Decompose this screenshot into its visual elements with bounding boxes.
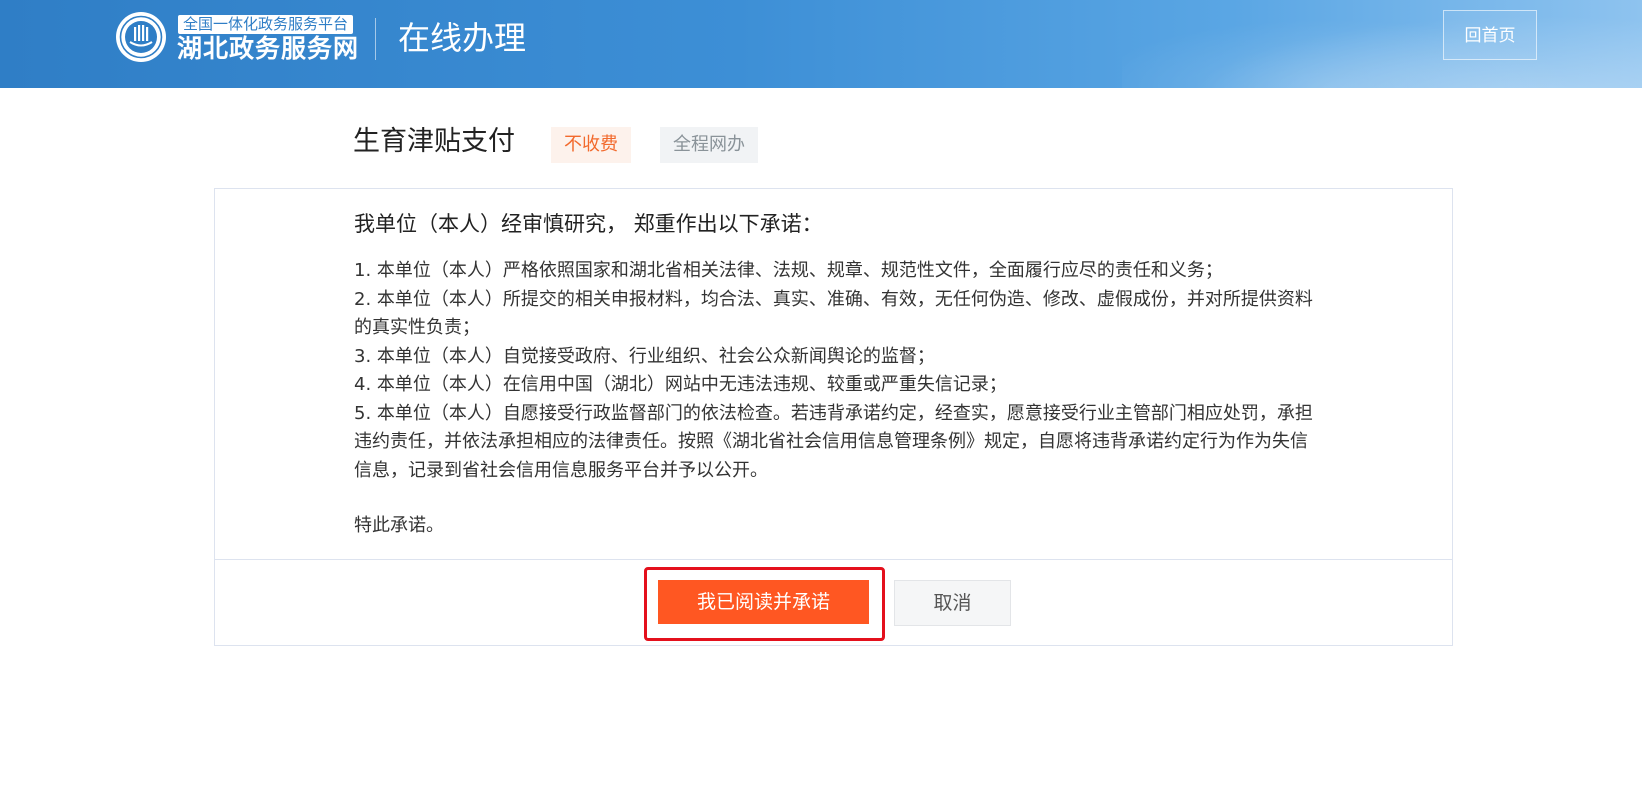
commitment-heading: 我单位（本人）经审慎研究， 郑重作出以下承诺： — [354, 212, 823, 236]
commitment-card: 我单位（本人）经审慎研究， 郑重作出以下承诺： 1. 本单位（本人）严格依照国家… — [214, 188, 1453, 646]
commitment-item: 2. 本单位（本人）所提交的相关申报材料，均合法、真实、准确、有效，无任何伪造、… — [354, 288, 1313, 339]
logo-subtitle: 全国一体化政务服务平台 — [178, 15, 354, 34]
commitment-closing: 特此承诺。 — [354, 515, 444, 536]
header-decoration — [1122, 0, 1642, 88]
commitment-item: 5. 本单位（本人）自愿接受行政监督部门的依法检查。若违背承诺约定，经查实，愿意… — [354, 402, 1313, 481]
header-section-title: 在线办理 — [398, 19, 527, 57]
site-header: 全国一体化政务服务平台 湖北政务服务网 在线办理 回首页 — [0, 0, 1642, 88]
footer-divider — [215, 559, 1452, 560]
fully-online-tag: 全程网办 — [660, 127, 758, 163]
commitment-item: 3. 本单位（本人）自觉接受政府、行业组织、社会公众新闻舆论的监督； — [354, 345, 935, 367]
header-divider — [375, 18, 376, 60]
cancel-button[interactable]: 取消 — [894, 580, 1011, 626]
emblem-icon — [116, 12, 166, 62]
logo-site-name[interactable]: 湖北政务服务网 — [177, 34, 359, 64]
commitment-item: 4. 本单位（本人）在信用中国（湖北）网站中无违法违规、较重或严重失信记录； — [354, 374, 1007, 395]
commitment-item: 1. 本单位（本人）严格依照国家和湖北省相关法律、法规、规章、规范性文件，全面履… — [354, 260, 1223, 281]
free-tag: 不收费 — [551, 127, 631, 163]
service-title: 生育津贴支付 — [353, 126, 515, 157]
commitment-list: 1. 本单位（本人）严格依照国家和湖北省相关法律、法规、规章、规范性文件，全面履… — [354, 257, 1314, 485]
home-button[interactable]: 回首页 — [1443, 10, 1537, 60]
confirm-commitment-button[interactable]: 我已阅读并承诺 — [658, 580, 869, 624]
